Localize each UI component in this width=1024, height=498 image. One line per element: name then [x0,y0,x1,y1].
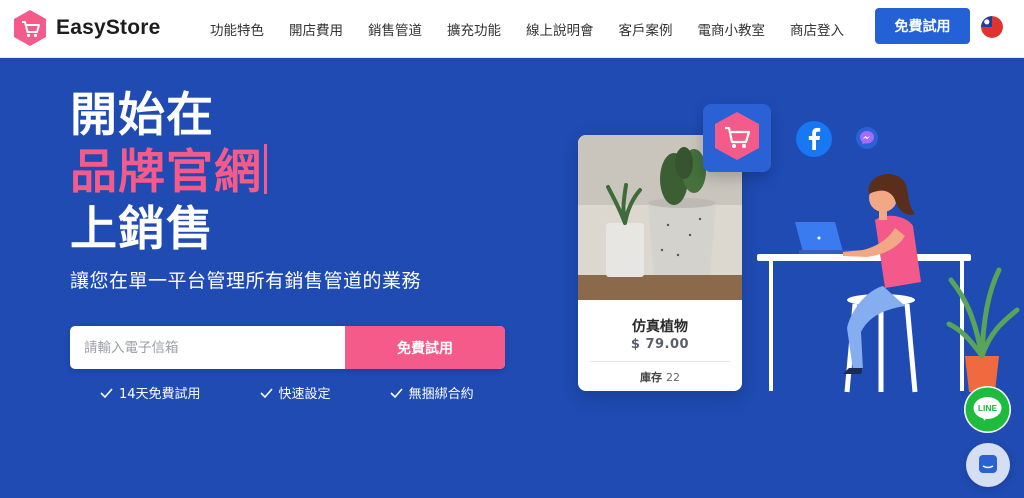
nav-item-academy[interactable]: 電商小教室 [698,19,766,39]
line-chat-button[interactable]: LINE [964,386,1011,433]
messenger-icon [856,127,878,149]
typing-cursor [264,144,267,194]
check-icon [389,387,403,398]
main-nav: 功能特色 開店費用 銷售管道 擴充功能 線上說明會 客戶案例 電商小教室 商店登… [210,0,869,58]
nav-item-pricing[interactable]: 開店費用 [289,19,343,39]
nav-item-features[interactable]: 功能特色 [210,19,264,39]
feature-item: 快速設定 [259,383,331,402]
card-divider [590,361,730,362]
nav-item-apps[interactable]: 擴充功能 [447,19,501,39]
signup-form: 免費試用 [70,326,505,369]
taiwan-flag-icon[interactable] [981,16,1003,38]
nav-item-login[interactable]: 商店登入 [790,19,844,39]
stock-value: 22 [666,371,680,384]
signup-free-trial-button[interactable]: 免費試用 [345,326,505,369]
support-chat-button[interactable] [966,443,1010,487]
feature-label: 14天免費試用 [119,387,201,402]
check-icon [100,387,113,398]
line-label: LINE [978,403,998,413]
hero-title-line3: 上銷售 [70,202,214,257]
nav-item-cases[interactable]: 客戶案例 [619,19,673,39]
feature-item: 無捆綁合約 [389,383,474,402]
header-free-trial-button[interactable]: 免費試用 [875,8,970,44]
line-icon: LINE [965,387,1010,432]
facebook-icon [796,121,832,157]
site-header: EasyStore 功能特色 開店費用 銷售管道 擴充功能 線上說明會 客戶案例… [0,0,1024,58]
hero-title-line2: 品牌官網 [70,144,267,201]
brand-name: EasyStore [56,16,161,39]
check-icon [259,387,273,398]
feature-list: 14天免費試用 快速設定 無捆綁合約 [100,383,474,402]
product-name: 仿真植物 [632,319,688,335]
nav-item-webinar[interactable]: 線上說明會 [526,19,594,39]
hero-title-highlight: 品牌官網 [70,145,262,200]
hero-title-line1: 開始在 [70,88,214,143]
feature-label: 無捆綁合約 [408,387,474,402]
product-stock: 庫存 22 [578,369,742,385]
nav-item-channels[interactable]: 銷售管道 [368,19,422,39]
feature-item: 14天免費試用 [100,383,201,402]
email-input[interactable] [70,326,345,369]
easystore-logo-icon [14,10,46,46]
hero-subtitle: 讓您在單一平台管理所有銷售管道的業務 [70,270,422,292]
product-price: $ 79.00 [630,337,690,352]
feature-label: 快速設定 [278,387,331,402]
stock-label: 庫存 [640,371,662,384]
chat-icon [979,455,997,473]
product-card: 仿真植物 $ 79.00 庫存 22 [578,135,742,391]
brand-logo[interactable]: EasyStore [12,9,161,47]
